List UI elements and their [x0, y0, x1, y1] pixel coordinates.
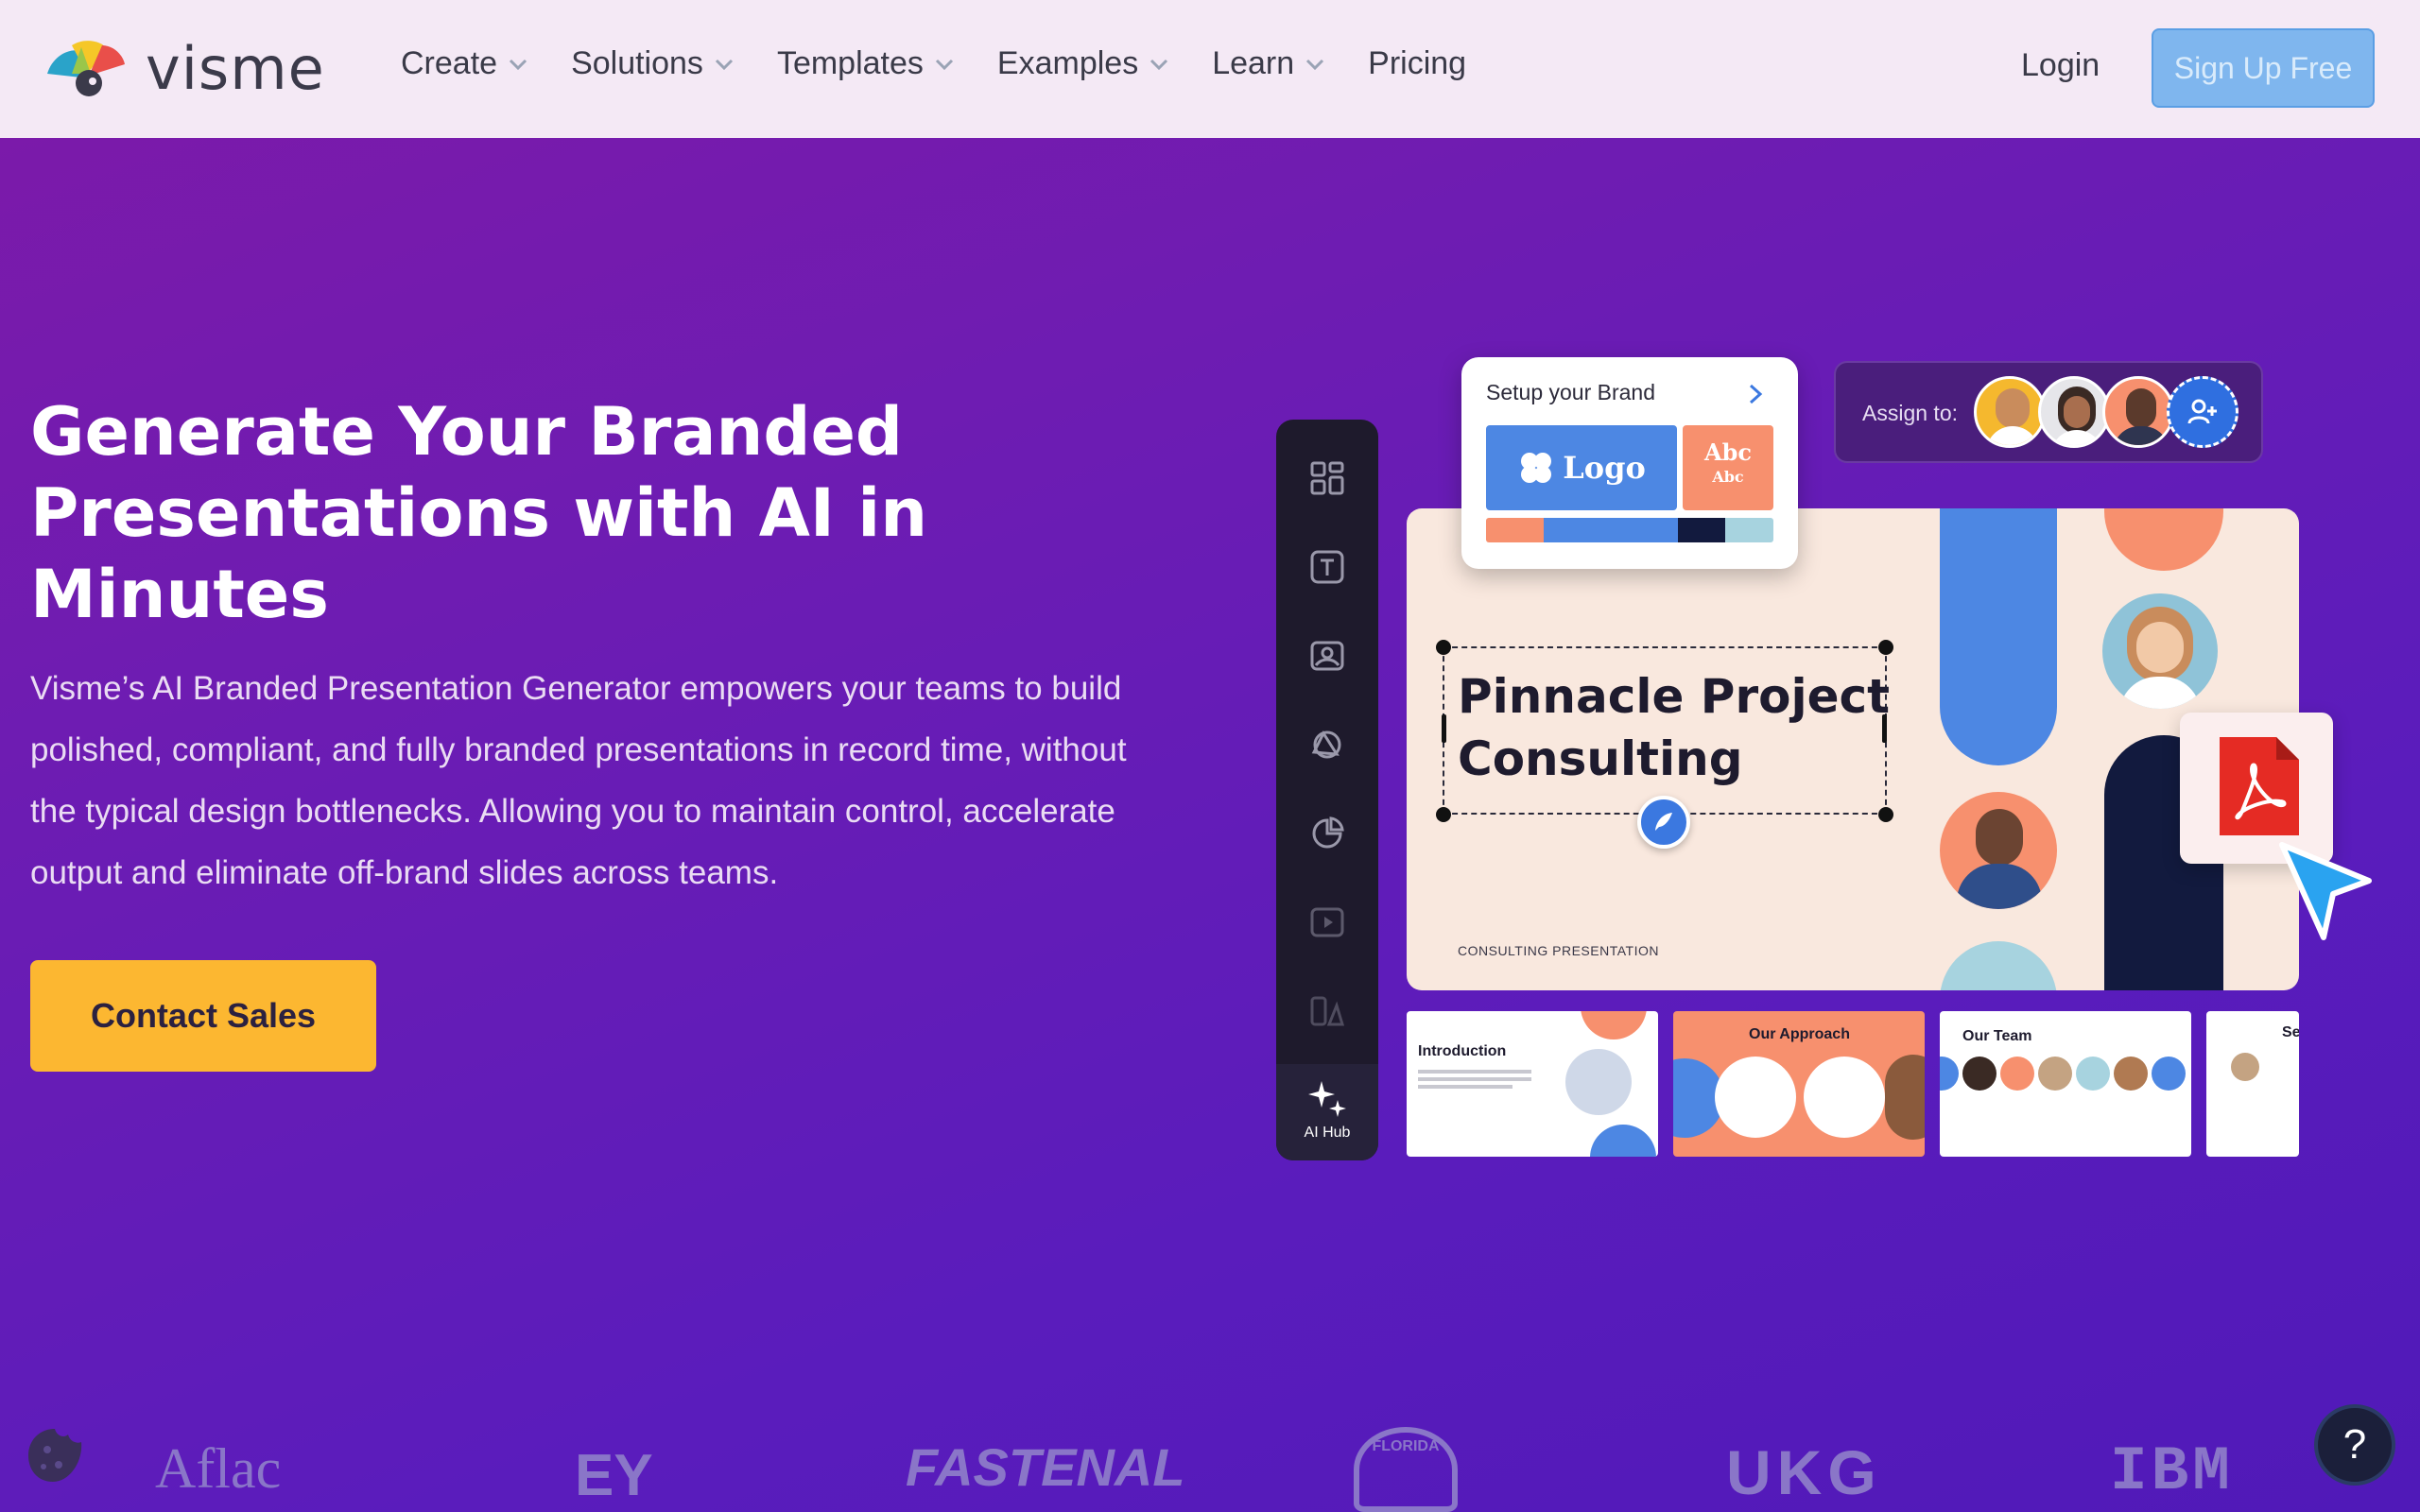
- client-logo-aflac: Aflac: [155, 1437, 282, 1500]
- menu-templates[interactable]: Templates: [777, 45, 954, 82]
- menu-examples-label: Examples: [996, 45, 1139, 81]
- brand-logo-label: Logo: [1563, 450, 1646, 486]
- client-logo-florida: FLORIDA: [1354, 1427, 1458, 1512]
- chevron-right-icon[interactable]: [1747, 384, 1764, 404]
- assets-icon[interactable]: [1308, 992, 1346, 1030]
- visme-logo[interactable]: visme: [43, 34, 325, 103]
- setup-brand-card[interactable]: Setup your Brand Logo Abc Abc: [1461, 357, 1798, 569]
- chevron-down-icon: [715, 59, 733, 70]
- ai-hub-label: AI Hub: [1304, 1125, 1351, 1141]
- video-icon[interactable]: [1308, 903, 1346, 941]
- menu-learn[interactable]: Learn: [1212, 45, 1324, 82]
- thumb-our-approach[interactable]: Our Approach: [1673, 1011, 1925, 1157]
- menu-pricing-label: Pricing: [1368, 45, 1467, 81]
- blue-shape: [1940, 508, 2057, 765]
- brand-card-title: Setup your Brand: [1486, 380, 1656, 404]
- color-swatch[interactable]: [1725, 518, 1773, 542]
- chart-icon[interactable]: [1308, 815, 1346, 852]
- hero-description: Visme’s AI Branded Presentation Generato…: [30, 670, 1127, 891]
- thumb-title: Se: [2282, 1024, 2299, 1040]
- logo-wordmark: visme: [146, 34, 325, 103]
- color-swatch[interactable]: [1486, 518, 1544, 542]
- sparkle-icon: [1308, 1081, 1346, 1117]
- shapes-icon[interactable]: [1308, 726, 1346, 764]
- cookie-icon[interactable]: [25, 1425, 85, 1486]
- avatar[interactable]: [2102, 376, 2174, 448]
- thumb-title: Our Team: [1962, 1028, 2032, 1044]
- avatar[interactable]: [2038, 376, 2110, 448]
- signup-button[interactable]: Sign Up Free: [2152, 28, 2375, 108]
- chevron-down-icon: [1306, 59, 1324, 70]
- chevron-down-icon: [935, 59, 953, 70]
- editor-toolbar: AI Hub: [1276, 420, 1378, 1160]
- ai-hub-button[interactable]: AI Hub: [1276, 1064, 1378, 1160]
- avatar: [1940, 792, 2057, 909]
- pdf-icon: [2220, 737, 2299, 835]
- login-link[interactable]: Login: [2021, 47, 2100, 84]
- contact-sales-button[interactable]: Contact Sales: [30, 960, 376, 1072]
- resize-handle[interactable]: [1442, 714, 1446, 743]
- menu-examples[interactable]: Examples: [997, 45, 1168, 82]
- help-button[interactable]: ?: [2314, 1404, 2395, 1486]
- avatar: [2102, 593, 2218, 709]
- brand-logo-tile[interactable]: Logo: [1486, 425, 1677, 510]
- add-user-icon: [2187, 399, 2217, 424]
- thumb-partial[interactable]: Se: [2206, 1011, 2299, 1157]
- menu-templates-label: Templates: [776, 45, 924, 81]
- add-user-button[interactable]: [2167, 376, 2238, 448]
- visme-logo-icon: [47, 40, 125, 96]
- resize-handle[interactable]: [1878, 807, 1893, 822]
- brand-color-swatches[interactable]: [1486, 518, 1773, 542]
- ai-write-button[interactable]: [1637, 796, 1690, 849]
- slide-subtitle: CONSULTING PRESENTATION: [1458, 943, 1659, 958]
- feather-icon: [1655, 813, 1672, 831]
- slide-title[interactable]: Pinnacle Project Consulting: [1458, 665, 1890, 790]
- brand-font-small: Abc: [1712, 468, 1744, 486]
- resize-handle[interactable]: [1436, 640, 1451, 655]
- resize-handle[interactable]: [1878, 640, 1893, 655]
- brand-font-tile[interactable]: Abc Abc: [1683, 425, 1773, 510]
- brand-font-big: Abc: [1703, 438, 1752, 466]
- chevron-down-icon: [510, 59, 527, 70]
- text-icon[interactable]: [1308, 548, 1346, 586]
- menu-create-label: Create: [401, 45, 498, 81]
- color-swatch[interactable]: [1677, 518, 1726, 542]
- client-logo-ey: EY: [575, 1443, 653, 1508]
- assign-panel: Assign to:: [1834, 361, 2263, 463]
- hero-title: Generate Your Branded Presentations with…: [30, 393, 928, 633]
- menu-solutions[interactable]: Solutions: [571, 45, 734, 82]
- thumb-title: Our Approach: [1749, 1026, 1850, 1042]
- top-nav: visme Create Solutions Templates Example…: [0, 0, 2420, 138]
- client-logo-fastenal: FASTENAL: [906, 1437, 1185, 1497]
- cursor-icon: [2279, 842, 2372, 940]
- main-slide[interactable]: Pinnacle Project Consulting CONSULTING P…: [1407, 508, 2299, 990]
- slide-title-line2: Consulting: [1458, 731, 1743, 786]
- color-swatch[interactable]: [1543, 518, 1678, 542]
- client-logo-ukg: UKG: [1726, 1437, 1882, 1507]
- grid-icon[interactable]: [1308, 459, 1346, 497]
- assign-label: Assign to:: [1862, 401, 1958, 425]
- avatar[interactable]: [1974, 376, 2046, 448]
- main-menu: Create Solutions Templates Examples Lear…: [401, 45, 1466, 82]
- menu-pricing[interactable]: Pricing: [1368, 45, 1466, 82]
- thumb-title: Introduction: [1418, 1043, 1507, 1059]
- resize-handle[interactable]: [1436, 807, 1451, 822]
- clover-logo-icon: [1521, 453, 1552, 483]
- menu-learn-label: Learn: [1212, 45, 1295, 81]
- thumb-our-team[interactable]: Our Team: [1940, 1011, 2191, 1157]
- chevron-down-icon: [1150, 59, 1168, 70]
- light-blue-circle: [1940, 941, 2057, 990]
- menu-create[interactable]: Create: [401, 45, 527, 82]
- slide-title-line1: Pinnacle Project: [1458, 669, 1891, 724]
- client-logo-ibm: IBM: [2110, 1436, 2234, 1507]
- image-icon[interactable]: [1308, 637, 1346, 675]
- coral-circle: [2104, 508, 2223, 571]
- thumb-introduction[interactable]: Introduction: [1407, 1011, 1658, 1157]
- menu-solutions-label: Solutions: [571, 45, 703, 81]
